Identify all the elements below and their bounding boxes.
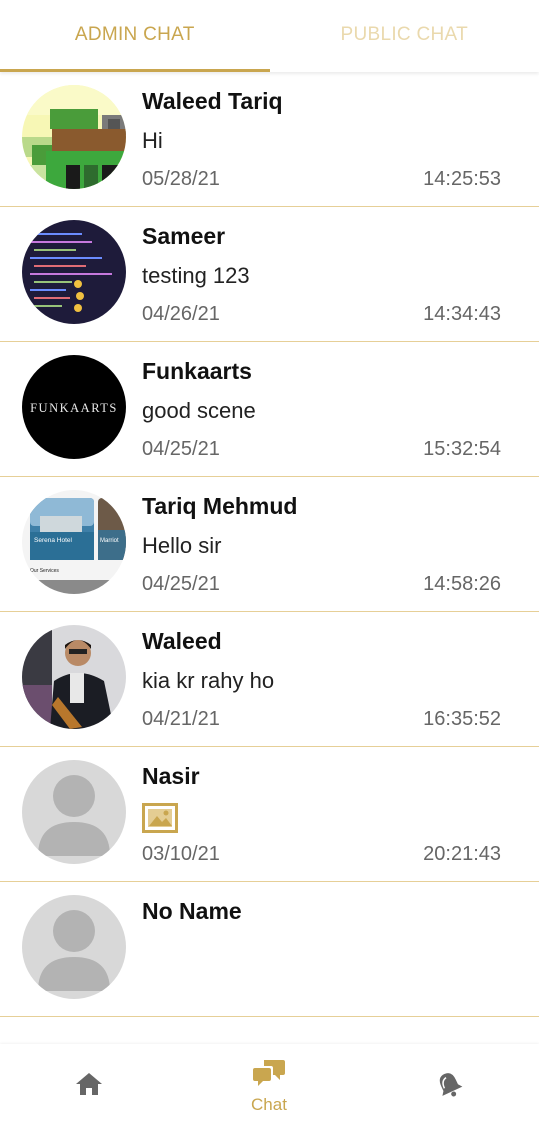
- chat-list-item[interactable]: Sameer testing 123 04/26/21 14:34:43: [0, 207, 539, 342]
- message-time: 14:34:43: [423, 303, 501, 325]
- last-message: kia kr rahy ho: [142, 668, 275, 693]
- nav-chat[interactable]: Chat: [235, 1044, 303, 1126]
- chat-list-item[interactable]: Waleed kia kr rahy ho 04/21/21 16:35:52: [0, 612, 539, 747]
- message-date: 05/28/21: [142, 168, 220, 190]
- pixel-art-avatar: [22, 85, 126, 189]
- message-time: 20:21:43: [423, 843, 501, 865]
- bell-icon: [435, 1070, 463, 1103]
- contact-name: Waleed Tariq: [142, 88, 283, 114]
- avatar-logo-text: FUNKAARTS: [30, 401, 118, 415]
- chat-list-item[interactable]: Waleed Tariq Hi 05/28/21 14:25:53: [0, 72, 539, 207]
- message-time: 16:35:52: [423, 708, 501, 730]
- message-time: 14:58:26: [423, 573, 501, 595]
- contact-name: Nasir: [142, 763, 200, 789]
- default-person-avatar: [22, 760, 126, 864]
- chat-tabs: ADMIN CHAT PUBLIC CHAT: [0, 0, 539, 72]
- message-date: 04/21/21: [142, 708, 220, 730]
- person-photo-avatar: [22, 625, 126, 729]
- tab-public-chat-label: PUBLIC CHAT: [340, 24, 469, 45]
- message-time: 15:32:54: [423, 438, 501, 460]
- nav-chat-label: Chat: [251, 1095, 287, 1114]
- funkaarts-logo-avatar: FUNKAARTS: [22, 355, 126, 459]
- last-message: testing 123: [142, 263, 250, 288]
- message-date: 04/25/21: [142, 438, 220, 460]
- chat-list-item[interactable]: Nasir 03/10/21 20:21:43: [0, 747, 539, 882]
- code-screenshot-avatar: [22, 220, 126, 324]
- last-message: Hi: [142, 128, 163, 153]
- contact-name: Waleed: [142, 628, 222, 654]
- contact-name: Tariq Mehmud: [142, 493, 298, 519]
- last-message: Hello sir: [142, 533, 222, 558]
- avatar-hotel-text: Our Services: [30, 568, 59, 574]
- chat-list-item[interactable]: FUNKAARTS Funkaarts good scene 04/25/21 …: [0, 342, 539, 477]
- tab-admin-chat[interactable]: ADMIN CHAT: [0, 0, 270, 72]
- chat-list: Waleed Tariq Hi 05/28/21 14:25:53 Sameer…: [0, 72, 539, 1017]
- chat-list-item[interactable]: No Name: [0, 882, 539, 1017]
- avatar-hotel-text: Serena Hotel: [34, 537, 72, 544]
- last-message: good scene: [142, 398, 256, 423]
- message-date: 04/26/21: [142, 303, 220, 325]
- tab-admin-chat-label: ADMIN CHAT: [74, 24, 195, 45]
- message-time: 14:25:53: [423, 168, 501, 190]
- hotel-app-avatar: Serena Hotel Marriot Our Services: [22, 490, 126, 594]
- contact-name: No Name: [142, 898, 242, 924]
- default-person-avatar: [22, 895, 126, 999]
- contact-name: Funkaarts: [142, 358, 252, 384]
- bottom-navigation: Chat: [0, 1044, 539, 1126]
- contact-name: Sameer: [142, 223, 226, 249]
- avatar-hotel-text: Marriot: [100, 538, 119, 544]
- chat-list-item[interactable]: Serena Hotel Marriot Our Services Tariq …: [0, 477, 539, 612]
- message-date: 04/25/21: [142, 573, 220, 595]
- nav-home[interactable]: [60, 1044, 118, 1126]
- message-date: 03/10/21: [142, 843, 220, 865]
- image-icon: [142, 803, 178, 838]
- chat-icon: [252, 1058, 286, 1093]
- tab-public-chat[interactable]: PUBLIC CHAT: [270, 0, 539, 72]
- home-icon: [75, 1071, 103, 1102]
- nav-notifications[interactable]: [420, 1044, 478, 1126]
